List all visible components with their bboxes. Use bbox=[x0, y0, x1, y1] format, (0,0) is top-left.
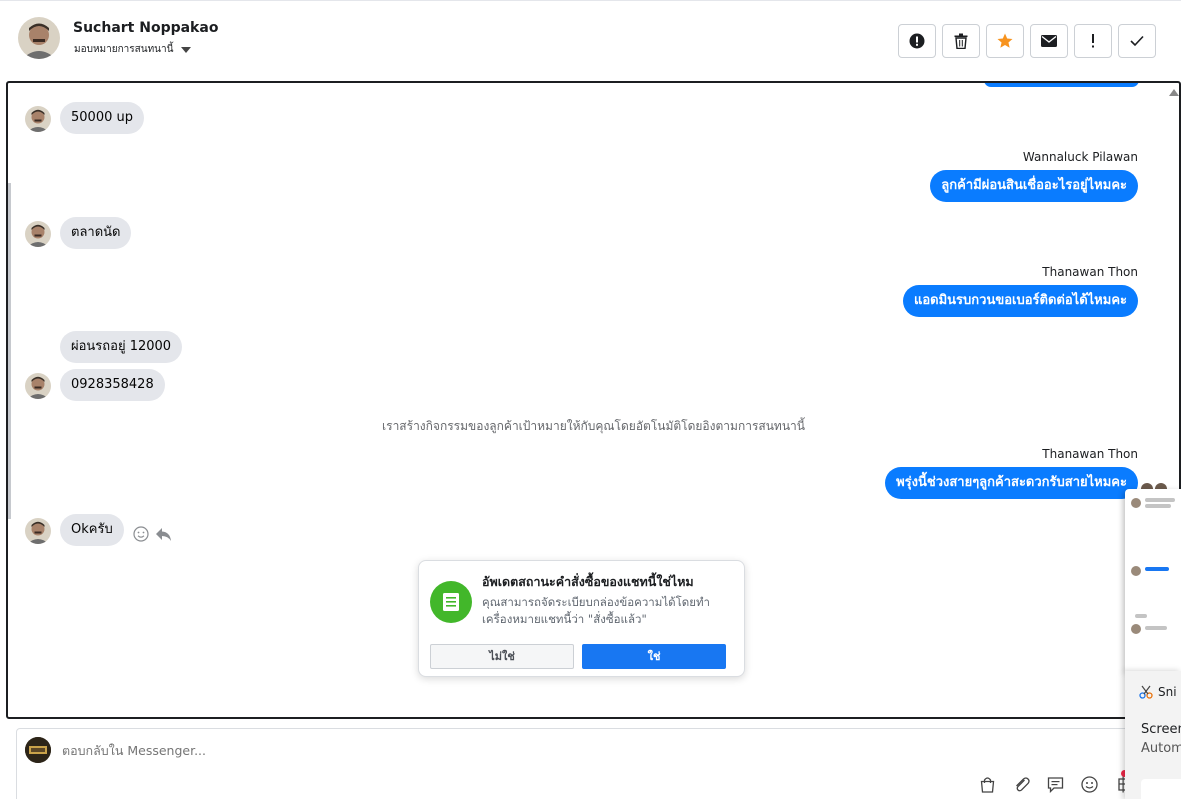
prompt-description: คุณสามารถจัดระเบียบกล่องข้อความได้โดยทำเ… bbox=[482, 595, 711, 626]
preview-line bbox=[1135, 614, 1147, 618]
no-button[interactable]: ไม่ใช่ bbox=[430, 644, 574, 669]
left-scrollbar[interactable] bbox=[8, 183, 11, 519]
incoming-message[interactable]: 0928358428 bbox=[60, 369, 165, 401]
composer-tools bbox=[977, 774, 1133, 794]
preview-line bbox=[1145, 504, 1171, 508]
delete-button[interactable] bbox=[942, 24, 980, 58]
incoming-message[interactable]: ตลาดนัด bbox=[60, 217, 132, 249]
prompt-title: อัพเดตสถานะคำสั่งซื้อของแชทนี้ใช่ไหม bbox=[482, 574, 694, 589]
system-note: เราสร้างกิจกรรมของลูกค้าเป้าหมายให้กับคุ… bbox=[382, 419, 805, 433]
incoming-message[interactable]: 50000 up bbox=[60, 102, 144, 134]
paperclip-icon[interactable] bbox=[1011, 774, 1031, 794]
snipping-tool-notification[interactable]: Sni Screen Autom bbox=[1125, 671, 1181, 799]
order-document-icon bbox=[430, 581, 472, 623]
mail-icon bbox=[1041, 35, 1057, 47]
notification-title: Screen bbox=[1141, 722, 1181, 737]
report-icon bbox=[909, 33, 925, 49]
notification-subtitle: Autom bbox=[1141, 741, 1181, 756]
incoming-message[interactable]: Okครับ bbox=[60, 514, 124, 546]
scissors-icon bbox=[1139, 685, 1153, 699]
reply-input[interactable] bbox=[62, 743, 662, 758]
preview-line bbox=[1145, 626, 1167, 630]
react-smiley-icon[interactable] bbox=[133, 526, 149, 542]
yes-button[interactable]: ใช่ bbox=[582, 644, 726, 669]
reply-composer bbox=[16, 728, 1166, 799]
star-icon bbox=[997, 33, 1013, 48]
check-icon bbox=[1130, 35, 1144, 47]
follow-up-button[interactable] bbox=[1074, 24, 1112, 58]
assign-label: มอบหมายการสนทนานี้ bbox=[74, 44, 174, 55]
exclamation-icon bbox=[1092, 34, 1094, 48]
message-thread[interactable]: 50000 up Wannaluck Pilawan ลูกค้ามีผ่อนส… bbox=[6, 81, 1181, 719]
outgoing-message[interactable]: แอดมินรบกวนขอเบอร์ติดต่อได้ไหมคะ bbox=[902, 285, 1138, 317]
screenshot-preview[interactable] bbox=[1125, 489, 1181, 671]
contact-name: Suchart Noppakao bbox=[73, 20, 219, 36]
header-action-buttons bbox=[898, 24, 1156, 58]
preview-avatar bbox=[1131, 498, 1141, 508]
caret-down-icon bbox=[181, 46, 192, 53]
order-status-prompt: อัพเดตสถานะคำสั่งซื้อของแชทนี้ใช่ไหม คุณ… bbox=[418, 560, 745, 677]
trash-icon bbox=[954, 33, 968, 49]
snip-app-label: Sni bbox=[1139, 685, 1177, 699]
incoming-message[interactable]: ผ่อนรถอยู่ 12000 bbox=[60, 331, 183, 363]
reply-arrow-icon[interactable] bbox=[155, 527, 172, 542]
mark-done-button[interactable] bbox=[1118, 24, 1156, 58]
page-avatar bbox=[25, 737, 51, 763]
shopping-bag-icon[interactable] bbox=[977, 774, 997, 794]
contact-avatar-small bbox=[25, 221, 51, 247]
outgoing-message[interactable]: พรุ่งนี้ช่วงสายๆลูกค้าสะดวกรับสายไหมคะ bbox=[885, 467, 1138, 499]
mark-unread-button[interactable] bbox=[1030, 24, 1068, 58]
sender-name: Thanawan Thon bbox=[1042, 447, 1138, 461]
mark-spam-button[interactable] bbox=[898, 24, 936, 58]
star-button[interactable] bbox=[986, 24, 1024, 58]
emoji-icon[interactable] bbox=[1079, 774, 1099, 794]
conversation-header: Suchart Noppakao มอบหมายการสนทนานี้ bbox=[0, 1, 1181, 81]
preview-line bbox=[1145, 567, 1169, 571]
preview-avatar bbox=[1131, 566, 1141, 576]
assign-conversation-dropdown[interactable]: มอบหมายการสนทนานี้ bbox=[74, 42, 192, 57]
outgoing-message[interactable]: ลูกค้ามีผ่อนสินเชื่ออะไรอยู่ไหมคะ bbox=[930, 170, 1138, 202]
scroll-up-arrow-icon[interactable] bbox=[1169, 89, 1179, 96]
preview-line bbox=[1145, 498, 1175, 502]
preview-avatar bbox=[1131, 624, 1141, 634]
contact-avatar-small bbox=[25, 373, 51, 399]
contact-avatar[interactable] bbox=[18, 17, 60, 59]
snip-label: Sni bbox=[1158, 685, 1177, 699]
message-actions bbox=[133, 526, 172, 542]
contact-avatar-small bbox=[25, 106, 51, 132]
outgoing-bubble-partial bbox=[984, 83, 1139, 87]
sender-name: Wannaluck Pilawan bbox=[1022, 150, 1138, 164]
sender-name: Thanawan Thon bbox=[1042, 265, 1138, 279]
notification-card bbox=[1141, 779, 1181, 799]
contact-avatar-small bbox=[25, 518, 51, 544]
saved-replies-icon[interactable] bbox=[1045, 774, 1065, 794]
inbox-conversation-view: Suchart Noppakao มอบหมายการสนทนานี้ 5000… bbox=[0, 0, 1181, 799]
